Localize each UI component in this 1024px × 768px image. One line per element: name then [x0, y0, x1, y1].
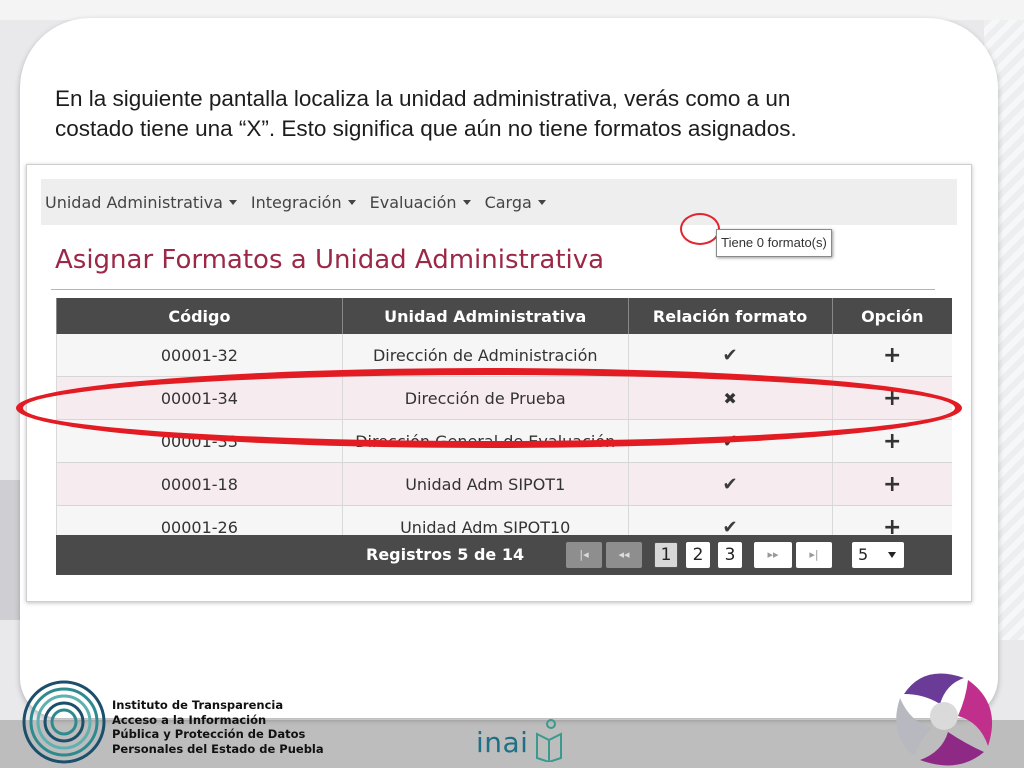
prev-page-button[interactable]: ◂◂	[606, 542, 642, 568]
cell-opcion: +	[831, 462, 952, 506]
chevron-down-icon	[888, 552, 896, 558]
org-name-line: Acceso a la Información	[112, 712, 267, 727]
last-page-button[interactable]: ▸|	[796, 542, 832, 568]
org-name-line: Pública y Protección de Datos	[112, 727, 306, 741]
check-icon: ✔	[722, 344, 738, 366]
nav-menu-label: Carga	[484, 192, 532, 212]
caret-down-icon	[537, 199, 546, 205]
cell-opcion: +	[831, 334, 952, 377]
cell-unidad: Unidad Adm SIPOT1	[341, 462, 629, 506]
page-size-select[interactable]: 5	[852, 542, 904, 568]
cell-codigo: 00001-18	[56, 462, 343, 506]
caret-down-icon	[347, 199, 356, 205]
nav-menu-label: Unidad Administrativa	[45, 192, 223, 212]
add-format-button[interactable]: +	[883, 343, 901, 368]
cell-codigo: 00001-32	[56, 334, 343, 377]
records-count: Registros 5 de 14	[366, 545, 525, 564]
page-button-1[interactable]: 1	[654, 542, 678, 568]
row-highlight-ellipse	[16, 368, 962, 448]
nav-menu-carga[interactable]: Carga	[485, 193, 546, 212]
column-header-unidad[interactable]: Unidad Administrativa	[341, 298, 629, 334]
navbar: Unidad Administrativa Integración Evalua…	[41, 179, 957, 225]
column-header-codigo[interactable]: Código	[56, 298, 343, 334]
nav-menu-label: Evaluación	[369, 192, 457, 212]
cell-relacion: ✔	[627, 462, 833, 506]
x-highlight-circle	[680, 213, 720, 245]
background-stripe	[0, 0, 1024, 20]
org-name-line: Personales del Estado de Puebla	[112, 741, 324, 756]
nav-menu-label: Integración	[250, 192, 342, 212]
column-header-relacion[interactable]: Relación formato	[627, 298, 833, 334]
next-page-button[interactable]: ▸▸	[754, 542, 792, 568]
add-format-button[interactable]: +	[883, 429, 901, 454]
org-name-line: Instituto de Transparencia	[112, 698, 284, 712]
tooltip: Tiene 0 formato(s)	[716, 229, 832, 257]
instruction-text: En la siguiente pantalla localiza la uni…	[55, 84, 995, 144]
pagination-bar: Registros 5 de 14 |◂ ◂◂ 1 2 3 ▸▸ ▸| 5	[56, 535, 952, 575]
page-title: Asignar Formatos a Unidad Administrativa	[55, 245, 605, 275]
nav-menu-unidad-administrativa[interactable]: Unidad Administrativa	[45, 193, 237, 212]
puebla-logo-icon	[896, 673, 993, 766]
nav-menu-integracion[interactable]: Integración	[251, 193, 356, 212]
instruction-line-1: En la siguiente pantalla localiza la uni…	[55, 86, 791, 111]
page-size-value: 5	[858, 545, 869, 564]
add-format-button[interactable]: +	[883, 472, 901, 497]
check-icon: ✔	[722, 473, 738, 495]
org-name: Instituto de Transparencia Acceso a la I…	[112, 698, 324, 756]
column-header-opcion[interactable]: Opción	[831, 298, 952, 334]
page-button-2[interactable]: 2	[686, 542, 710, 568]
table-header-row: Código Unidad Administrativa Relación fo…	[56, 298, 952, 334]
inai-book-icon	[536, 719, 562, 762]
heading-divider	[51, 289, 935, 290]
caret-down-icon	[462, 199, 471, 205]
first-page-button[interactable]: |◂	[566, 542, 602, 568]
caret-down-icon	[228, 199, 237, 205]
inai-logo: inai	[476, 726, 529, 759]
nav-menu-evaluacion[interactable]: Evaluación	[370, 193, 471, 212]
table-row: 00001-18 Unidad Adm SIPOT1 ✔ +	[56, 462, 952, 506]
page-button-3[interactable]: 3	[718, 542, 742, 568]
instruction-line-2: costado tiene una “X”. Esto significa qu…	[55, 116, 797, 141]
itaip-logo-icon	[22, 680, 106, 764]
